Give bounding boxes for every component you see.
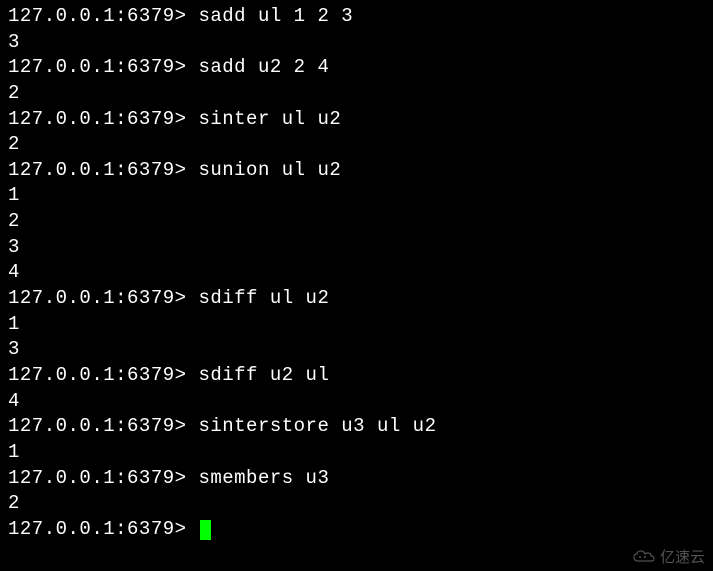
terminal-prompt: 127.0.0.1:6379> xyxy=(8,415,198,437)
terminal-line: 127.0.0.1:6379> sadd ul 1 2 3 xyxy=(8,4,705,30)
terminal-line: 127.0.0.1:6379> sdiff u2 ul xyxy=(8,363,705,389)
terminal-line: 127.0.0.1:6379> sinterstore u3 ul u2 xyxy=(8,414,705,440)
terminal-command: sadd u2 2 4 xyxy=(198,56,329,78)
terminal-prompt: 127.0.0.1:6379> xyxy=(8,287,198,309)
terminal-command: sinterstore u3 ul u2 xyxy=(198,415,436,437)
terminal-command: smembers u3 xyxy=(198,467,329,489)
cloud-icon xyxy=(632,549,656,565)
terminal-command: sdiff u2 ul xyxy=(198,364,329,386)
terminal-line: 1 xyxy=(8,440,705,466)
terminal-line: 4 xyxy=(8,389,705,415)
terminal-prompt: 127.0.0.1:6379> xyxy=(8,108,198,130)
terminal-prompt: 127.0.0.1:6379> xyxy=(8,518,198,540)
terminal-line: 3 xyxy=(8,235,705,261)
terminal-line: 3 xyxy=(8,30,705,56)
terminal-prompt: 127.0.0.1:6379> xyxy=(8,467,198,489)
terminal-prompt: 127.0.0.1:6379> xyxy=(8,364,198,386)
terminal-line: 2 xyxy=(8,81,705,107)
terminal-command: sinter ul u2 xyxy=(198,108,341,130)
terminal-line: 127.0.0.1:6379> sdiff ul u2 xyxy=(8,286,705,312)
terminal-line: 2 xyxy=(8,209,705,235)
terminal-line: 127.0.0.1:6379> smembers u3 xyxy=(8,466,705,492)
terminal-line: 2 xyxy=(8,491,705,517)
terminal-output[interactable]: 127.0.0.1:6379> sadd ul 1 2 33127.0.0.1:… xyxy=(0,0,713,546)
terminal-line: 3 xyxy=(8,337,705,363)
terminal-command: sunion ul u2 xyxy=(198,159,341,181)
terminal-line: 127.0.0.1:6379> sunion ul u2 xyxy=(8,158,705,184)
terminal-cursor xyxy=(200,520,211,540)
terminal-prompt: 127.0.0.1:6379> xyxy=(8,56,198,78)
terminal-prompt: 127.0.0.1:6379> xyxy=(8,159,198,181)
terminal-line: 127.0.0.1:6379> sadd u2 2 4 xyxy=(8,55,705,81)
terminal-line: 1 xyxy=(8,312,705,338)
terminal-line: 2 xyxy=(8,132,705,158)
terminal-line: 4 xyxy=(8,260,705,286)
terminal-line: 127.0.0.1:6379> sinter ul u2 xyxy=(8,107,705,133)
terminal-command: sadd ul 1 2 3 xyxy=(198,5,353,27)
terminal-command: sdiff ul u2 xyxy=(198,287,329,309)
terminal-line: 1 xyxy=(8,183,705,209)
watermark: 亿速云 xyxy=(632,546,705,567)
terminal-prompt: 127.0.0.1:6379> xyxy=(8,5,198,27)
watermark-text: 亿速云 xyxy=(660,546,705,567)
terminal-line: 127.0.0.1:6379> xyxy=(8,517,705,543)
